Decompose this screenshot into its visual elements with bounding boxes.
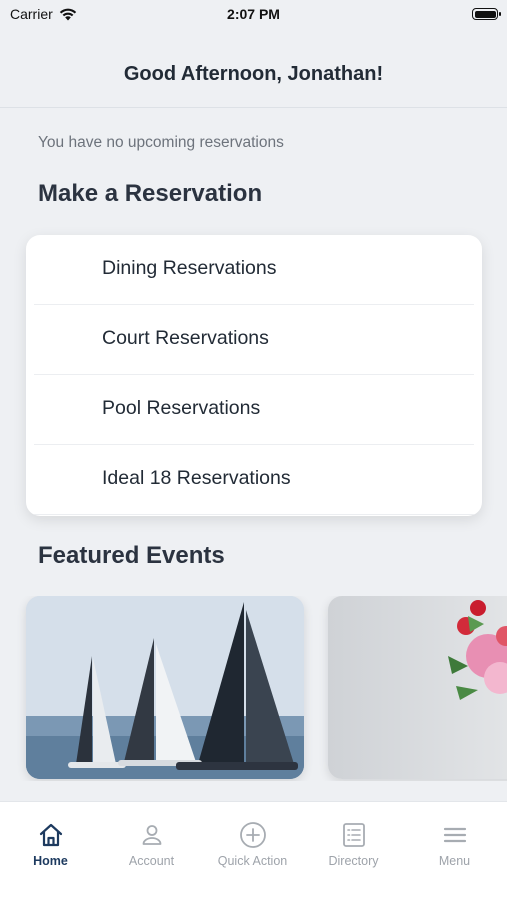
tab-label: Account xyxy=(128,854,175,868)
tab-quick-action[interactable]: Quick Action xyxy=(202,820,303,868)
featured-events-heading: Featured Events xyxy=(38,542,225,569)
header: Good Afternoon, Jonathan! xyxy=(0,30,507,108)
home-icon xyxy=(39,823,62,847)
flowers-image xyxy=(448,600,507,700)
event-card-sailing[interactable] xyxy=(26,596,304,779)
tab-account[interactable]: Account xyxy=(101,820,202,868)
reservation-item-label: Ideal 18 Reservations xyxy=(102,467,291,489)
tab-menu[interactable]: Menu xyxy=(404,820,505,868)
tab-label: Menu xyxy=(438,854,471,868)
account-icon xyxy=(142,825,161,845)
tab-label: Home xyxy=(33,854,68,868)
no-upcoming-reservations-text: You have no upcoming reservations xyxy=(38,134,284,151)
status-bar: Carrier 2:07 PM xyxy=(0,0,507,30)
reservation-list-card: Dining Reservations Court Reservations P… xyxy=(26,235,482,516)
plus-circle-icon xyxy=(239,822,266,848)
reservation-item-label: Pool Reservations xyxy=(102,397,261,419)
event-card-flowers[interactable] xyxy=(328,596,507,779)
tab-label: Directory xyxy=(328,854,379,868)
tab-home[interactable]: Home xyxy=(0,820,101,868)
reservation-item-label: Dining Reservations xyxy=(102,257,277,279)
pool-reservations-item[interactable]: Pool Reservations xyxy=(26,375,482,445)
court-reservations-item[interactable]: Court Reservations xyxy=(26,305,482,375)
ideal-18-reservations-item[interactable]: Ideal 18 Reservations xyxy=(26,445,482,515)
sailboats-image xyxy=(26,596,304,779)
divider xyxy=(34,514,474,515)
make-reservation-heading: Make a Reservation xyxy=(38,180,263,207)
directory-icon xyxy=(342,823,365,847)
tab-label: Quick Action xyxy=(217,854,288,868)
dining-reservations-item[interactable]: Dining Reservations xyxy=(26,235,482,305)
featured-events-carousel[interactable] xyxy=(0,596,507,781)
greeting-title: Good Afternoon, Jonathan! xyxy=(123,63,384,85)
battery-icon xyxy=(472,8,501,20)
status-time: 2:07 PM xyxy=(227,6,280,22)
reservation-item-label: Court Reservations xyxy=(102,327,269,349)
bottom-tab-bar: Home Account Quick Action Directory Menu xyxy=(0,801,507,901)
menu-icon xyxy=(443,827,466,843)
tab-directory[interactable]: Directory xyxy=(303,820,404,868)
